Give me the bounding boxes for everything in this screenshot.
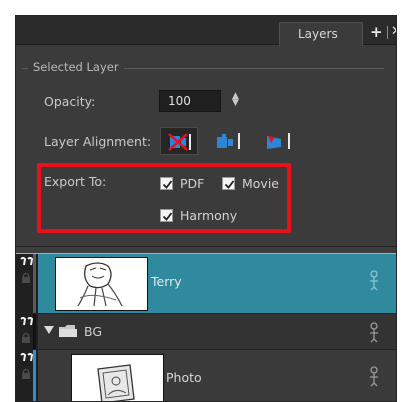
layer-color-strip: [33, 350, 36, 401]
layer-properties-panel: Layers + ✕ Selected Layer Opacity: 100 ▲…: [15, 15, 397, 402]
close-icon[interactable]: ✕: [391, 24, 396, 40]
align-disabled-button[interactable]: [160, 127, 198, 155]
layer-alignment-label: Layer Alignment:: [44, 134, 152, 149]
tab-layers[interactable]: Layers: [279, 22, 363, 46]
tab-separator: [387, 26, 388, 39]
layer-name: BG: [84, 324, 103, 339]
layer-color-strip: [33, 254, 36, 313]
photo-frame-icon: [97, 364, 135, 401]
opacity-field[interactable]: 100: [159, 90, 221, 112]
align-disabled-icon: [168, 133, 191, 151]
opacity-label: Opacity:: [44, 94, 96, 109]
lock-icon[interactable]: [21, 332, 31, 344]
layer-controls: [16, 314, 38, 349]
layer-row-bg[interactable]: BG: [16, 313, 396, 349]
layer-controls: [16, 254, 38, 313]
layer-controls: [16, 350, 38, 401]
layer-row-photo[interactable]: Photo: [16, 349, 396, 401]
export-highlight-box: [37, 163, 291, 233]
lock-icon[interactable]: [21, 368, 31, 380]
group-title: Selected Layer: [28, 60, 124, 74]
layer-color-strip: [33, 314, 36, 349]
lock-icon[interactable]: [21, 272, 31, 284]
character-sketch-icon: [77, 262, 123, 307]
layer-thumbnail: [55, 257, 148, 311]
folder-icon: [59, 325, 77, 337]
peg-icon: [370, 322, 378, 343]
layer-name: Photo: [166, 370, 202, 385]
align-angled-button[interactable]: [259, 127, 297, 155]
layer-row-terry[interactable]: Terry: [16, 253, 396, 313]
layer-thumbnail: [71, 354, 164, 401]
expand-arrow-icon[interactable]: [44, 326, 54, 334]
peg-icon: [370, 270, 378, 291]
align-facing-camera-button[interactable]: [209, 127, 247, 155]
align-facing-camera-icon: [217, 133, 240, 149]
align-angled-icon: [267, 133, 290, 149]
layers-list: Terry BG Photo: [16, 246, 396, 401]
plus-icon[interactable]: +: [370, 24, 383, 40]
tab-layers-label: Layers: [298, 27, 338, 41]
tab-bar: Layers + ✕: [16, 16, 396, 46]
opacity-spinner[interactable]: ▲ ▼: [232, 92, 239, 108]
layer-name: Terry: [151, 274, 182, 289]
peg-icon: [370, 366, 378, 387]
